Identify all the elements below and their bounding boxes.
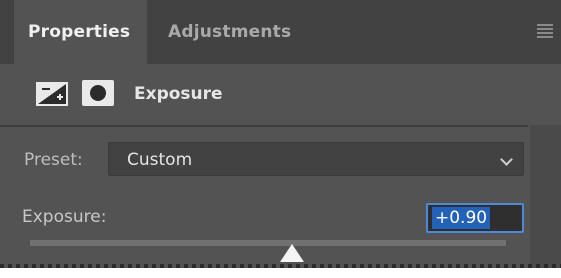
exposure-adjustment-icon[interactable] (36, 82, 68, 106)
preset-value: Custom (127, 150, 193, 170)
tab-adjustments-label: Adjustments (168, 22, 292, 42)
scrollbar-gutter (530, 125, 561, 278)
layer-mask-icon[interactable] (82, 80, 114, 106)
preset-label: Preset: (24, 150, 83, 170)
divider (0, 125, 528, 127)
exposure-slider-thumb[interactable] (279, 244, 304, 262)
exposure-value: +0.90 (432, 207, 491, 229)
tab-adjustments[interactable]: Adjustments (168, 0, 291, 64)
panel-tab-bar: Properties Adjustments (0, 0, 561, 64)
exposure-slider-track[interactable] (30, 240, 506, 246)
chevron-down-icon (500, 153, 513, 166)
tab-properties[interactable]: Properties (14, 0, 147, 64)
tab-properties-label: Properties (28, 22, 131, 42)
exposure-label: Exposure: (22, 207, 107, 227)
panel-menu-icon[interactable] (537, 24, 553, 38)
page-background (0, 268, 561, 278)
preset-dropdown[interactable]: Custom (108, 142, 524, 176)
adjustment-title: Exposure (134, 84, 223, 104)
exposure-value-field[interactable]: +0.90 (426, 203, 524, 233)
